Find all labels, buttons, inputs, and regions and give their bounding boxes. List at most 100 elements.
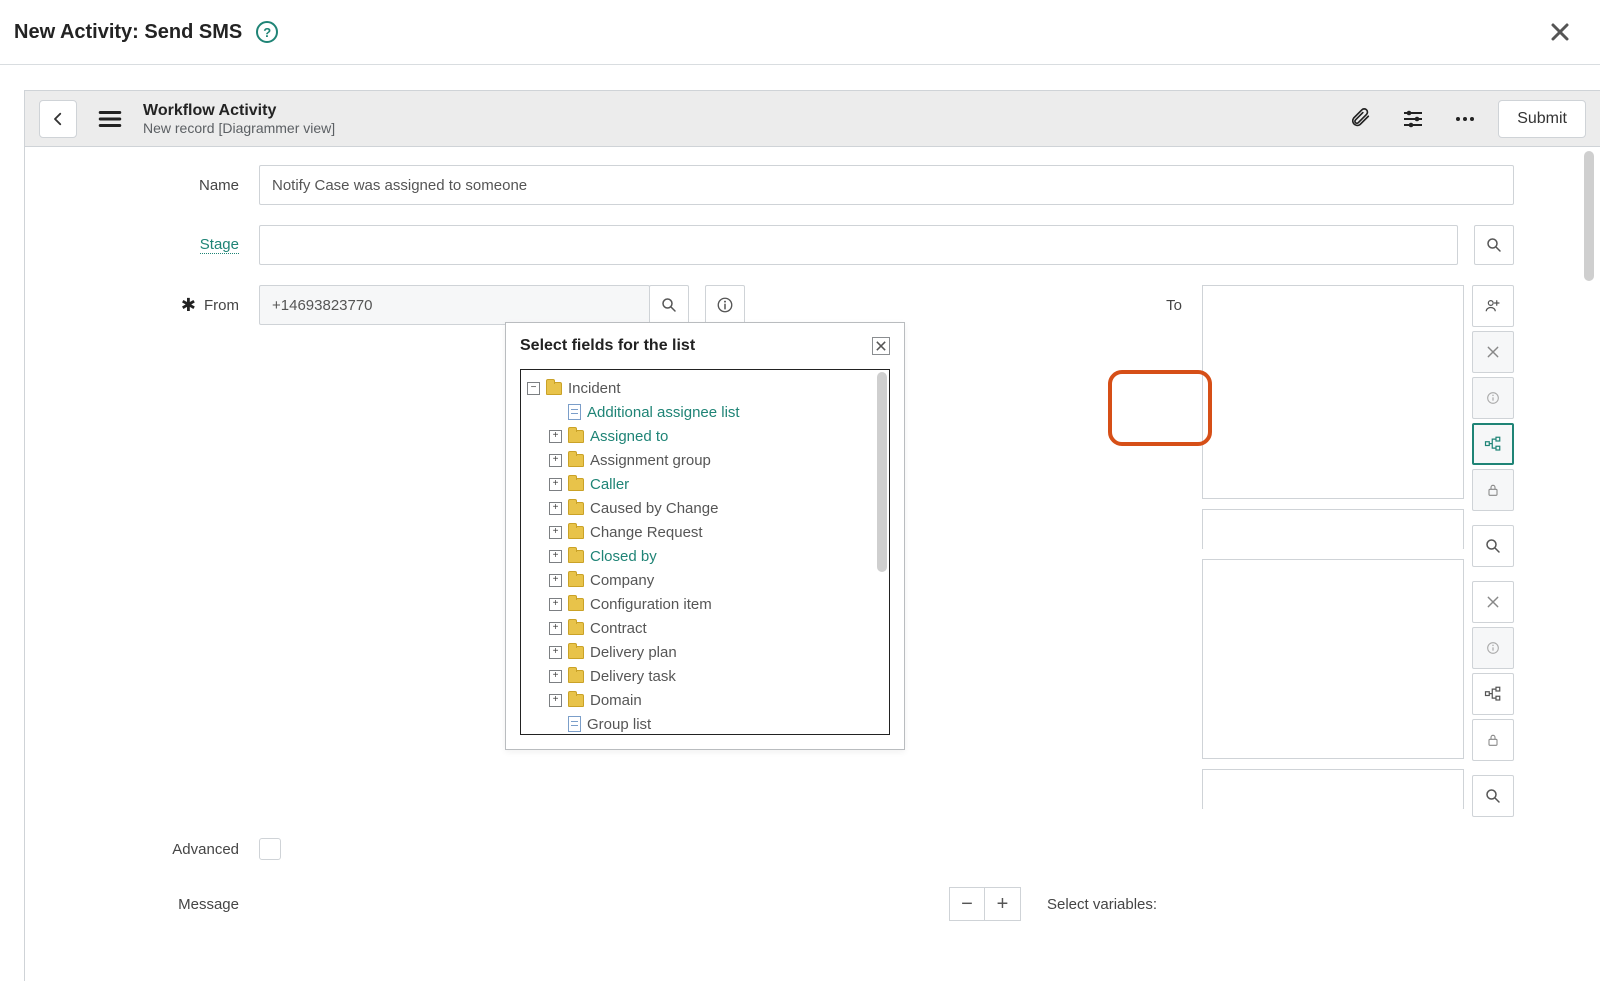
document-icon: [568, 716, 581, 732]
tree-picker-button[interactable]: [1472, 423, 1514, 465]
tree-node-label: Company: [590, 572, 654, 589]
tree-node-label: Contract: [590, 620, 647, 637]
tree-node[interactable]: + Assignment group: [527, 448, 885, 472]
expand-icon[interactable]: +: [549, 622, 562, 635]
tree-node[interactable]: +Change Request: [527, 520, 885, 544]
advanced-checkbox[interactable]: [259, 838, 281, 860]
message-label: Message: [178, 896, 239, 913]
plus-minus-group: − +: [949, 887, 1021, 921]
tree-node-label[interactable]: Assigned to: [590, 428, 668, 445]
search-button[interactable]: [1472, 525, 1514, 567]
tree-node[interactable]: + Caller: [527, 472, 885, 496]
form-header: Workflow Activity New record [Diagrammer…: [25, 91, 1600, 147]
tree-node[interactable]: + Domain: [527, 688, 885, 712]
search-button-2[interactable]: [1472, 775, 1514, 817]
more-icon[interactable]: [1446, 100, 1484, 138]
to-search-input[interactable]: [1203, 510, 1463, 550]
tree-node-label: Assignment group: [590, 452, 711, 469]
tree-node-label[interactable]: Additional assignee list: [587, 404, 740, 421]
row-message: Message − + Select variables:: [89, 887, 1514, 921]
lock-button[interactable]: [1472, 469, 1514, 511]
select-variables-label: Select variables:: [1047, 896, 1157, 913]
remove-button[interactable]: [1472, 331, 1514, 373]
form-title: Workflow Activity: [143, 101, 335, 120]
to-area: [1202, 285, 1514, 817]
dialog-title: New Activity: Send SMS: [14, 21, 242, 44]
to-search-input-2[interactable]: [1203, 770, 1463, 810]
stage-lookup-button[interactable]: [1474, 225, 1514, 265]
tree-node-label: Delivery task: [590, 668, 676, 685]
menu-icon[interactable]: [91, 100, 129, 138]
tree-node[interactable]: +Configuration item: [527, 592, 885, 616]
tree-scrollbar[interactable]: [877, 372, 887, 572]
tree-node[interactable]: + Assigned to: [527, 424, 885, 448]
help-icon[interactable]: ?: [256, 21, 278, 43]
expand-icon[interactable]: +: [549, 502, 562, 515]
expand-icon[interactable]: +: [549, 454, 562, 467]
tree-node[interactable]: + Delivery task: [527, 664, 885, 688]
info-button-2[interactable]: [1472, 627, 1514, 669]
popup-close-icon[interactable]: [872, 337, 890, 355]
row-name: Name: [89, 165, 1514, 205]
tree-picker-button-2[interactable]: [1472, 673, 1514, 715]
expand-icon[interactable]: +: [549, 670, 562, 683]
folder-icon: [568, 502, 584, 515]
attachment-icon[interactable]: [1342, 100, 1380, 138]
settings-sliders-icon[interactable]: [1394, 100, 1432, 138]
tree-node[interactable]: + Company: [527, 568, 885, 592]
name-input[interactable]: [259, 165, 1514, 205]
row-stage: Stage: [89, 225, 1514, 265]
tree-node-label[interactable]: Caller: [590, 476, 629, 493]
expand-icon[interactable]: +: [549, 478, 562, 491]
expand-spacer: [549, 406, 562, 419]
field-picker-popup: Select fields for the list − Incident Ad…: [505, 322, 905, 750]
expand-icon[interactable]: +: [549, 526, 562, 539]
expand-icon[interactable]: +: [549, 550, 562, 563]
minus-button[interactable]: −: [949, 887, 985, 921]
dialog-title-wrap: New Activity: Send SMS ?: [14, 21, 278, 44]
to-recipients-box[interactable]: [1202, 285, 1464, 499]
back-button[interactable]: [39, 100, 77, 138]
collapse-icon[interactable]: −: [527, 382, 540, 395]
lock-button-2[interactable]: [1472, 719, 1514, 761]
remove-button-2[interactable]: [1472, 581, 1514, 623]
from-input[interactable]: [259, 285, 650, 325]
expand-icon[interactable]: +: [549, 646, 562, 659]
tree-node-label: Delivery plan: [590, 644, 677, 661]
expand-icon[interactable]: +: [549, 598, 562, 611]
to-secondary-box[interactable]: [1202, 559, 1464, 759]
stage-label[interactable]: Stage: [200, 236, 239, 254]
to-side-buttons: [1472, 285, 1514, 817]
tree-root-node[interactable]: − Incident: [527, 376, 885, 400]
tree-node[interactable]: + Delivery plan: [527, 640, 885, 664]
from-info-button[interactable]: [705, 285, 745, 325]
folder-icon: [568, 622, 584, 635]
submit-button[interactable]: Submit: [1498, 100, 1586, 138]
tree-node-label: Domain: [590, 692, 642, 709]
expand-icon[interactable]: +: [549, 574, 562, 587]
info-button[interactable]: [1472, 377, 1514, 419]
row-advanced: Advanced: [89, 829, 1514, 869]
scrollbar[interactable]: [1584, 151, 1594, 281]
folder-icon: [568, 646, 584, 659]
plus-button[interactable]: +: [985, 887, 1021, 921]
expand-icon[interactable]: +: [549, 430, 562, 443]
stage-input[interactable]: [259, 225, 1458, 265]
tree: − Incident Additional assignee list + Assi…: [521, 370, 889, 735]
folder-icon: [568, 694, 584, 707]
expand-spacer: [549, 718, 562, 731]
tree-node[interactable]: + Closed by: [527, 544, 885, 568]
header-titles: Workflow Activity New record [Diagrammer…: [143, 101, 335, 137]
tree-node[interactable]: +Caused by Change: [527, 496, 885, 520]
add-user-button[interactable]: [1472, 285, 1514, 327]
tree-node[interactable]: + Contract: [527, 616, 885, 640]
tree-node[interactable]: Group list: [527, 712, 885, 735]
from-lookup-button[interactable]: [649, 285, 689, 325]
to-cell: To: [1110, 285, 1514, 817]
folder-icon: [568, 454, 584, 467]
tree-node[interactable]: Additional assignee list: [527, 400, 885, 424]
folder-icon: [568, 574, 584, 587]
tree-node-label[interactable]: Closed by: [590, 548, 657, 565]
expand-icon[interactable]: +: [549, 694, 562, 707]
close-icon[interactable]: [1544, 16, 1576, 48]
